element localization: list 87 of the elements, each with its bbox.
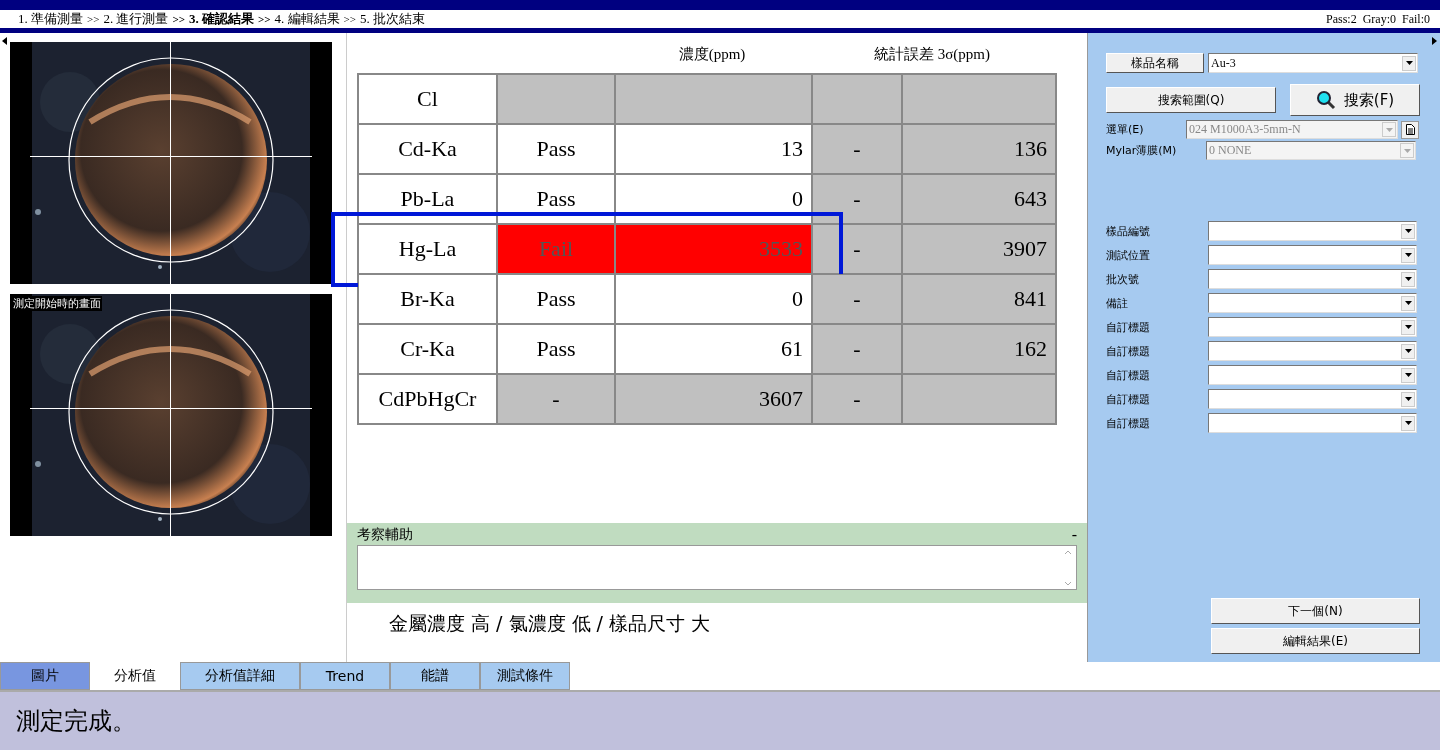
field-label: 測試位置 bbox=[1106, 247, 1151, 263]
field-label: 自訂標題 bbox=[1106, 367, 1151, 383]
image-caption: 測定開始時的畫面 bbox=[12, 296, 102, 311]
table-cell: Pass bbox=[497, 174, 615, 224]
table-cell: Cd-Ka bbox=[358, 124, 497, 174]
panel-title: 考察輔助 bbox=[357, 526, 413, 544]
tab[interactable]: 分析值詳細 bbox=[180, 662, 300, 690]
column-header: 統計誤差 3σ(ppm) bbox=[873, 45, 991, 64]
tab[interactable]: 圖片 bbox=[0, 662, 90, 690]
action-button[interactable]: 編輯結果(E) bbox=[1211, 628, 1420, 654]
dropdown-field[interactable] bbox=[1208, 221, 1417, 241]
collapse-button[interactable]: - bbox=[1071, 526, 1077, 544]
scroll-right-icon[interactable] bbox=[1432, 37, 1437, 45]
field-label: 選單(E) bbox=[1106, 122, 1145, 137]
sample-name-dropdown[interactable]: Au-3 bbox=[1208, 53, 1418, 73]
dropdown-field[interactable] bbox=[1208, 317, 1417, 337]
table-cell: Cl bbox=[358, 74, 497, 124]
dropdown-value: 024 M1000A3-5mm-N bbox=[1188, 122, 1301, 137]
dropdown-value: 0 NONE bbox=[1208, 143, 1252, 158]
search-icon bbox=[1315, 90, 1336, 110]
dropdown-field[interactable] bbox=[1208, 365, 1417, 385]
step-separator: >> bbox=[257, 13, 271, 25]
table-cell: 162 bbox=[902, 324, 1056, 374]
table-cell: 61 bbox=[615, 324, 812, 374]
scroll-left-icon[interactable] bbox=[2, 37, 7, 45]
table-cell: - bbox=[497, 374, 615, 424]
field-label: 自訂標題 bbox=[1106, 343, 1151, 359]
tab[interactable]: 測試條件 bbox=[480, 662, 570, 690]
table-cell: CdPbHgCr bbox=[358, 374, 497, 424]
field-label: 自訂標題 bbox=[1106, 319, 1151, 335]
table-cell: Br-Ka bbox=[358, 274, 497, 324]
table-cell: 0 bbox=[615, 274, 812, 324]
dropdown-field[interactable] bbox=[1208, 293, 1417, 313]
table-cell: - bbox=[812, 374, 902, 424]
table-cell: Pass bbox=[497, 124, 615, 174]
field-label: 批次號 bbox=[1106, 271, 1140, 287]
dropdown-field[interactable] bbox=[1208, 389, 1417, 409]
result-summary: Pass:2 Gray:0 Fail:0 bbox=[1326, 11, 1430, 27]
dropdown-field[interactable] bbox=[1208, 269, 1417, 289]
step-label: 5. 批次結束 bbox=[359, 10, 425, 28]
table-cell: - bbox=[812, 174, 902, 224]
table-cell: 136 bbox=[902, 124, 1056, 174]
sample-name-button[interactable]: 樣品名稱 bbox=[1106, 53, 1204, 73]
step-separator: >> bbox=[172, 13, 185, 25]
field-label: 備註 bbox=[1106, 295, 1129, 311]
step-label: 2. 進行測量 bbox=[103, 10, 169, 28]
table-cell: - bbox=[812, 124, 902, 174]
step-label: 1. 準備測量 bbox=[18, 10, 83, 28]
step-separator: >> bbox=[343, 13, 356, 25]
status-text: 測定完成。 bbox=[16, 706, 136, 737]
table-cell: 13 bbox=[615, 124, 812, 174]
table-cell: - bbox=[812, 224, 902, 274]
scrollbar[interactable] bbox=[1064, 548, 1074, 588]
table-cell: Pass bbox=[497, 274, 615, 324]
search-button[interactable]: 搜索(F) bbox=[1290, 84, 1420, 116]
assessment-text: 金屬濃度 高 / 氯濃度 低 / 樣品尺寸 大 bbox=[388, 611, 712, 636]
dropdown-field[interactable] bbox=[1208, 413, 1417, 433]
dropdown-value: Au-3 bbox=[1210, 55, 1236, 71]
table-cell: 3607 bbox=[615, 374, 812, 424]
table-cell: Pb-La bbox=[358, 174, 497, 224]
field-label: 自訂標題 bbox=[1106, 391, 1151, 407]
table-cell: 3907 bbox=[902, 224, 1056, 274]
field-label: 自訂標題 bbox=[1106, 415, 1151, 431]
table-cell: 643 bbox=[902, 174, 1056, 224]
step-label: 4. 編輯結果 bbox=[274, 10, 340, 28]
document-icon[interactable] bbox=[1401, 120, 1419, 139]
action-button[interactable]: 下一個(N) bbox=[1211, 598, 1420, 624]
column-header: 濃度(ppm) bbox=[677, 45, 747, 64]
tab[interactable]: Trend bbox=[300, 662, 390, 690]
table-cell: Fail bbox=[497, 224, 615, 274]
table-cell: Cr-Ka bbox=[358, 324, 497, 374]
field-label: Mylar薄膜(M) bbox=[1106, 143, 1178, 158]
field-label: 樣品編號 bbox=[1106, 223, 1151, 239]
table-cell: Pass bbox=[497, 324, 615, 374]
table-cell: 0 bbox=[615, 174, 812, 224]
remarks-field[interactable] bbox=[357, 545, 1077, 590]
table-cell: 841 bbox=[902, 274, 1056, 324]
dropdown-field[interactable] bbox=[1208, 245, 1417, 265]
table-cell: Hg-La bbox=[358, 224, 497, 274]
step-label: 3. 確認結果 bbox=[188, 10, 254, 28]
tab[interactable]: 能譜 bbox=[390, 662, 480, 690]
dropdown-field[interactable] bbox=[1208, 341, 1417, 361]
table-cell: - bbox=[812, 324, 902, 374]
search-range-button[interactable]: 搜索範圍(Q) bbox=[1106, 87, 1276, 113]
table-cell: 3533 bbox=[615, 224, 812, 274]
table-cell: - bbox=[812, 274, 902, 324]
step-separator: >> bbox=[87, 13, 100, 25]
